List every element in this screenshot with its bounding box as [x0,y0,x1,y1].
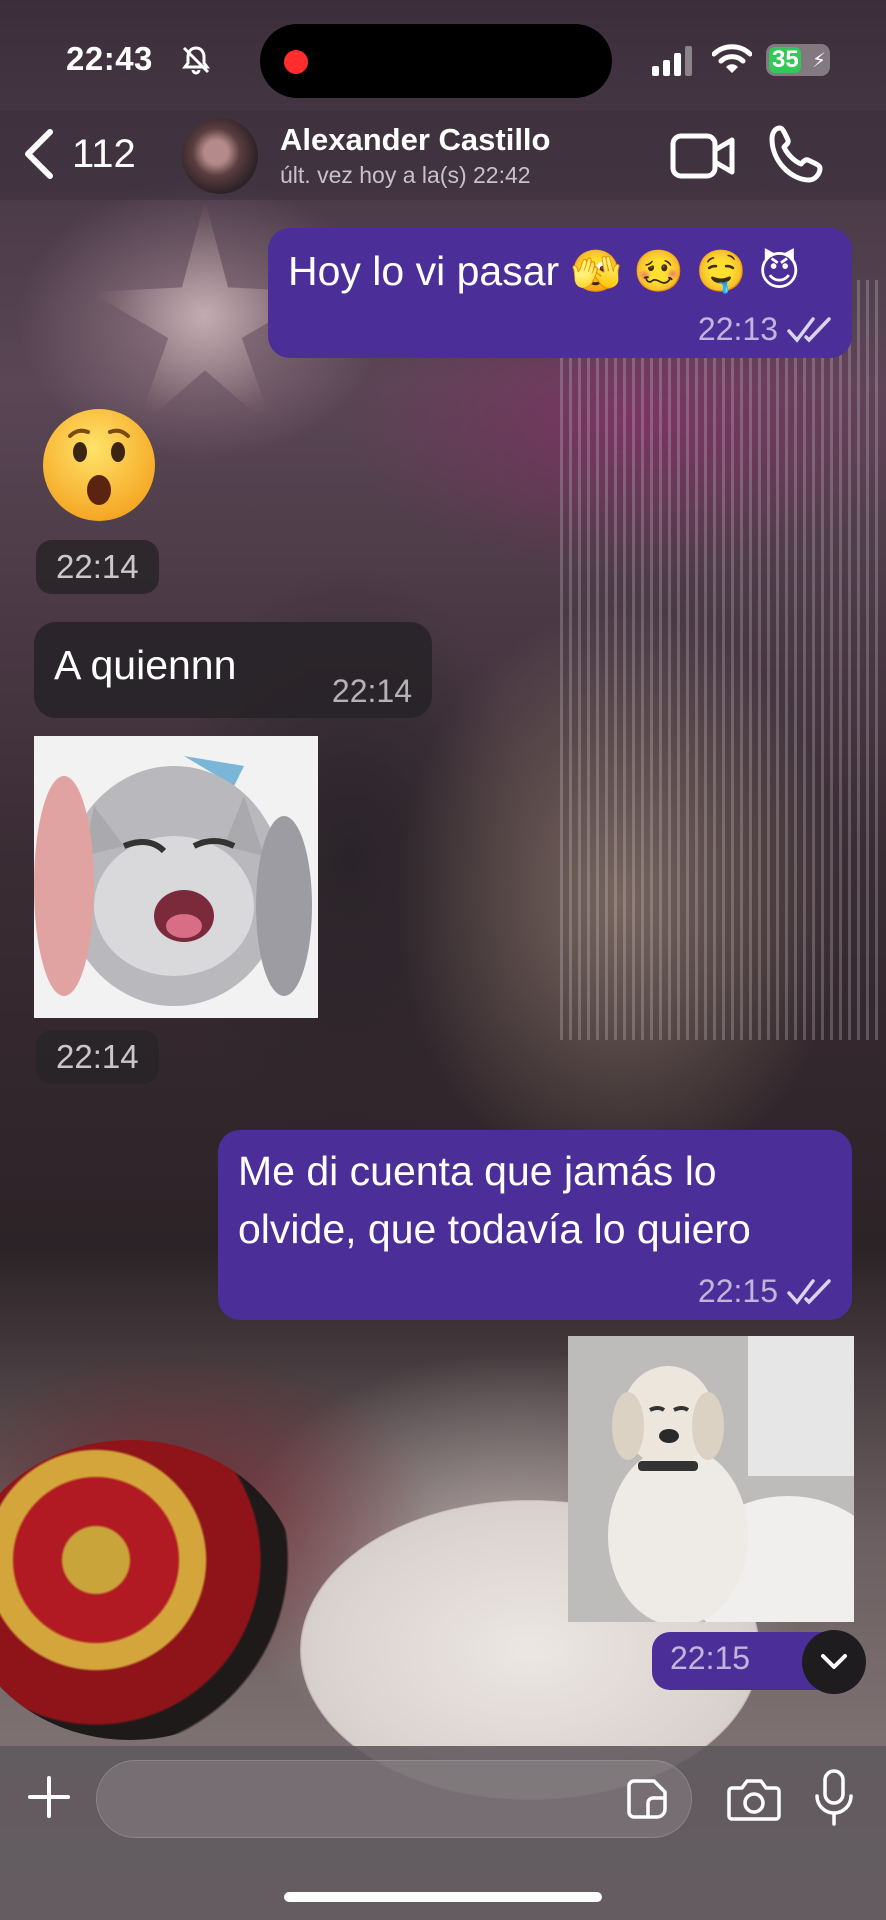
battery-percent: 35 [772,46,799,73]
message-meta: 22:15 [698,1273,836,1310]
camera-icon[interactable] [726,1776,782,1822]
message-bubble-incoming[interactable]: A quiennn 22:14 [34,622,432,718]
video-camera-icon[interactable] [670,128,736,184]
dog-sticker[interactable] [568,1336,854,1622]
chat-header: 112 Alexander Castillo últ. vez hoy a la… [0,110,886,200]
chevron-down-icon [821,1654,847,1669]
back-button[interactable]: 112 [20,124,136,184]
message-text: Hoy lo vi pasar 🫣 🥴 🤤 😈 [288,248,801,294]
smug-dog-image [568,1336,854,1622]
charging-bolt-icon: ⚡ [811,50,826,72]
status-bar: 22:43 35 ⚡ [0,0,886,110]
scroll-to-bottom-button[interactable] [802,1630,866,1694]
unread-count: 112 [72,131,136,176]
message-time: 22:15 [670,1640,751,1676]
dynamic-island [260,24,612,98]
double-check-icon [787,316,831,343]
message-meta: 22:14 [332,673,412,710]
message-time-chip: 22:14 [36,1030,159,1084]
big-emoji-message[interactable] [40,406,158,524]
laughing-cat-image [34,736,318,1018]
wallpaper-streamers [560,280,880,1040]
message-input[interactable] [96,1760,692,1838]
message-time: 22:13 [697,311,778,347]
double-check-icon [787,1278,831,1305]
microphone-icon[interactable] [812,1768,856,1828]
recording-dot [284,50,308,74]
message-time: 22:14 [331,673,412,709]
contact-avatar[interactable] [182,118,258,194]
sticker-icon[interactable] [626,1778,668,1820]
message-time: 22:15 [697,1273,778,1309]
astonished-face-emoji [43,409,155,521]
signal-icon [652,46,692,76]
message-bubble-outgoing[interactable]: Me di cuenta que jamás lo olvide, que to… [218,1130,852,1320]
last-seen: últ. vez hoy a la(s) 22:42 [280,162,531,188]
contact-name: Alexander Castillo [280,122,551,157]
chevron-left-icon [25,129,53,179]
contact-info[interactable]: Alexander Castillo últ. vez hoy a la(s) … [280,122,550,189]
battery-icon: 35 ⚡ [766,44,830,76]
status-time: 22:43 [66,40,153,77]
message-text: Me di cuenta que jamás lo olvide, que to… [238,1148,751,1252]
plus-icon[interactable] [24,1772,74,1822]
cat-sticker[interactable] [34,736,318,1018]
home-indicator[interactable] [284,1892,602,1902]
message-bubble-outgoing[interactable]: Hoy lo vi pasar 🫣 🥴 🤤 😈 22:13 [268,228,852,358]
bell-off-icon [182,46,210,75]
phone-icon[interactable] [766,124,832,186]
message-meta: 22:13 [698,311,836,348]
wifi-icon [712,44,752,73]
message-time-chip: 22:14 [36,540,159,594]
